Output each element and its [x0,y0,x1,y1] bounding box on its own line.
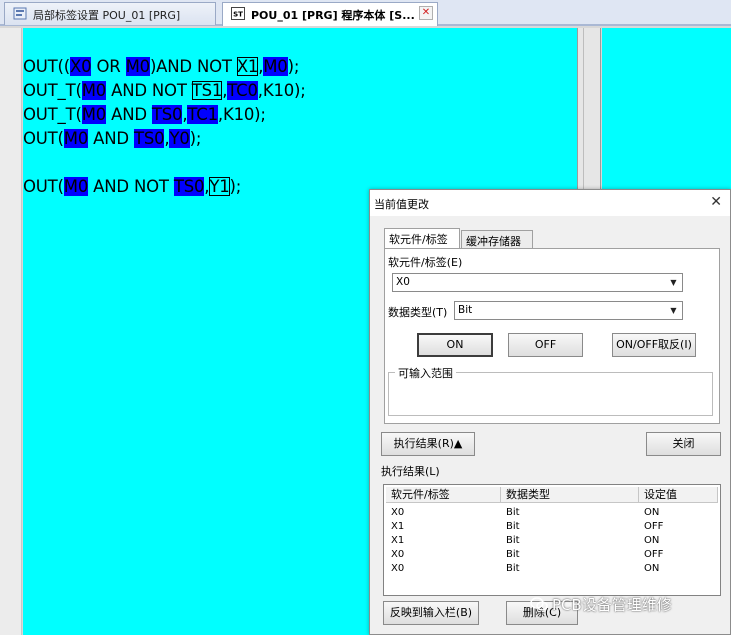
column-header-set-value[interactable]: 设定值 [639,487,718,503]
code-line[interactable]: OUT_T(M0 AND NOT TS1,TC0,K10); [23,80,306,102]
highlighted-operand: M0 [81,105,107,124]
code-token: ); [189,129,202,148]
code-line[interactable]: OUT(M0 AND TS0,Y0); [23,128,201,150]
cell-data-type: Bit [506,521,520,532]
code-token: )AND NOT [149,57,237,76]
cell-set-value: ON [644,563,660,574]
label-settings-icon [13,7,27,20]
selected-operand: Y1 [209,177,230,196]
highlighted-operand: M0 [63,129,89,148]
code-token: OUT( [23,177,64,196]
code-token: ); [287,57,300,76]
column-header-data-type[interactable]: 数据类型 [501,487,639,503]
results-table-header: 软元件/标签 数据类型 设定值 [386,487,718,503]
watermark: PCB设备管理维修 [530,594,672,615]
code-token: OR [91,57,126,76]
data-type-value: Bit [458,304,473,316]
editor-gutter [0,28,22,635]
device-label: 软元件/标签(E) [388,256,463,269]
highlighted-operand: M0 [125,57,150,76]
tab-label: 局部标签设置 POU_01 [PRG] [33,9,181,22]
highlighted-operand: X0 [70,57,92,76]
highlighted-operand: M0 [63,177,89,196]
code-line[interactable]: OUT((X0 OR M0)AND NOT X1,M0); [23,56,299,78]
column-header-device[interactable]: 软元件/标签 [386,487,501,503]
cell-device: X1 [391,535,405,546]
device-value: X0 [396,276,410,288]
highlighted-operand: M0 [263,57,288,76]
code-token: ); [229,177,242,196]
cell-set-value: ON [644,507,660,518]
cell-device: X1 [391,521,405,532]
selected-operand: TS1 [191,81,223,100]
code-line[interactable]: OUT_T(M0 AND TS0,TC1,K10); [23,104,266,126]
table-row[interactable]: X0 Bit ON [386,562,718,576]
code-token: OUT_T( [23,105,82,124]
input-range-group: 可输入范围 [388,365,713,416]
cell-set-value: OFF [644,549,664,560]
cell-data-type: Bit [506,563,520,574]
code-token: AND [106,105,152,124]
input-range-label: 可输入范围 [395,365,456,381]
cell-device: X0 [391,507,405,518]
tab-close-icon[interactable]: ✕ [419,6,433,20]
table-row[interactable]: X0 Bit OFF [386,548,718,562]
code-token: OUT( [23,129,64,148]
selected-operand: X1 [236,57,259,76]
code-line[interactable]: OUT(M0 AND NOT TS0,Y1); [23,176,241,198]
data-type-combobox[interactable]: Bit ▼ [454,301,683,320]
watermark-text: PCB设备管理维修 [552,596,672,614]
chevron-down-icon[interactable]: ▼ [666,275,681,290]
tab-local-label-settings[interactable]: 局部标签设置 POU_01 [PRG] [4,2,216,25]
dialog-close-icon[interactable]: ✕ [710,194,722,210]
code-token: AND [88,129,134,148]
highlighted-operand: TC1 [187,105,218,124]
device-tab-panel: 软元件/标签(E) X0 ▼ 数据类型(T) Bit ▼ ON OFF ON/O… [384,248,720,424]
st-program-icon: ST [231,7,245,20]
close-button[interactable]: 关闭 [646,432,721,456]
cell-device: X0 [391,549,405,560]
code-token: ,K10); [217,105,266,124]
tab-program-body[interactable]: ST POU_01 [PRG] 程序本体 [S... ✕ [222,2,438,26]
results-table[interactable]: 软元件/标签 数据类型 设定值 X0 Bit ON X1 Bit OFF X1 Bit ON X0… [383,484,721,596]
highlighted-operand: TS0 [151,105,183,124]
reflect-to-input-button[interactable]: 反映到输入栏(B) [383,601,479,625]
cell-device: X0 [391,563,405,574]
code-token: AND NOT [106,81,192,100]
tab-device-label[interactable]: 软元件/标签 [384,228,460,249]
table-row[interactable]: X0 Bit ON [386,506,718,520]
tab-buffer-memory[interactable]: 缓冲存储器 [461,230,533,248]
wechat-logo-icon [530,597,548,611]
document-tab-bar: 局部标签设置 POU_01 [PRG] ST POU_01 [PRG] 程序本体… [0,0,731,26]
highlighted-operand: TS0 [133,129,165,148]
code-token: OUT(( [23,57,71,76]
execution-result-toggle-button[interactable]: 执行结果(R)▲ [381,432,475,456]
device-combobox[interactable]: X0 ▼ [392,273,683,292]
modify-value-dialog: 当前值更改 ✕ 软元件/标签 缓冲存储器 软元件/标签(E) X0 ▼ 数据类型… [369,189,731,635]
code-token: ,K10); [257,81,306,100]
highlighted-operand: TS0 [173,177,205,196]
code-token: AND NOT [88,177,174,196]
table-row[interactable]: X1 Bit ON [386,534,718,548]
highlighted-operand: M0 [81,81,107,100]
cell-data-type: Bit [506,507,520,518]
cell-data-type: Bit [506,549,520,560]
cell-set-value: OFF [644,521,664,532]
data-type-label: 数据类型(T) [388,306,448,319]
cell-data-type: Bit [506,535,520,546]
toggle-on-off-button[interactable]: ON/OFF取反(I) [612,333,696,357]
highlighted-operand: Y0 [169,129,190,148]
dialog-titlebar: 当前值更改 ✕ [370,190,730,216]
table-row[interactable]: X1 Bit OFF [386,520,718,534]
dialog-title: 当前值更改 [374,198,429,211]
chevron-down-icon[interactable]: ▼ [666,303,681,318]
svg-text:ST: ST [233,11,243,19]
cell-set-value: ON [644,535,660,546]
highlighted-operand: TC0 [227,81,258,100]
off-button[interactable]: OFF [508,333,583,357]
tab-label: POU_01 [PRG] 程序本体 [S... [251,9,415,22]
code-token: OUT_T( [23,81,82,100]
results-label: 执行结果(L) [381,465,440,478]
on-button[interactable]: ON [417,333,493,357]
